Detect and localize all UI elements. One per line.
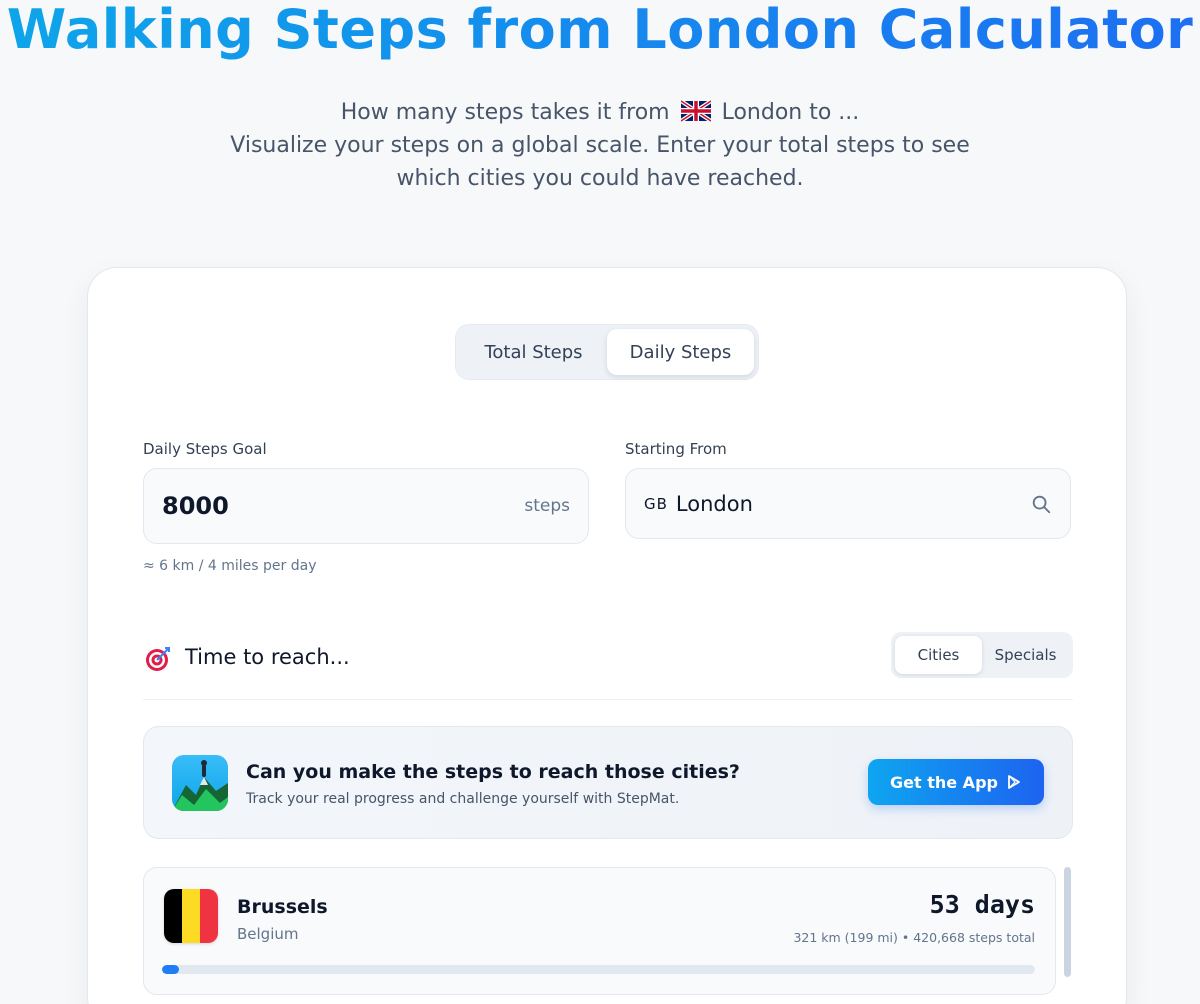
starting-from-label: Starting From [625, 440, 727, 458]
belgium-flag-icon [164, 889, 218, 943]
reach-title: Time to reach... [185, 645, 350, 669]
promo-title: Can you make the steps to reach those ci… [246, 761, 740, 783]
country-code: GB [644, 494, 668, 513]
uk-flag-icon [680, 100, 711, 122]
daily-goal-label: Daily Steps Goal [143, 440, 267, 458]
destination-meta: 321 km (199 mi) • 420,668 steps total [793, 930, 1035, 945]
destination-country: Belgium [237, 925, 299, 943]
page-title: Walking Steps from London Calculator [0, 0, 1200, 66]
stepmat-app-icon [172, 755, 228, 811]
subtitle-description: Visualize your steps on a global scale. … [230, 133, 970, 191]
daily-goal-field: steps [143, 468, 589, 544]
tab-total-steps[interactable]: Total Steps [460, 329, 607, 375]
tab-specials[interactable]: Specials [982, 636, 1069, 674]
starting-city-value: London [675, 491, 753, 516]
subtitle-text-pre: How many steps takes it from [340, 100, 670, 125]
promo-subtitle: Track your real progress and challenge y… [246, 791, 680, 807]
play-icon [1008, 775, 1020, 789]
tab-cities[interactable]: Cities [895, 636, 982, 674]
search-icon[interactable] [1030, 493, 1052, 515]
starting-city-field[interactable]: GB London [625, 468, 1071, 539]
destination-progress-fill [162, 965, 180, 974]
list-toggle: Cities Specials [891, 632, 1073, 678]
distance-hint: ≈ 6 km / 4 miles per day [143, 558, 317, 574]
reach-section-header: Time to reach... Cities Specials [143, 632, 1073, 700]
page-subtitle: How many steps takes it from London to .… [200, 96, 1000, 195]
get-app-label: Get the App [890, 772, 998, 792]
list-scrollbar[interactable] [1064, 867, 1071, 977]
tab-daily-steps[interactable]: Daily Steps [607, 329, 754, 375]
destination-progress-track [162, 965, 1035, 974]
calculator-card: Total Steps Daily Steps Daily Steps Goal… [87, 267, 1127, 1004]
get-app-button[interactable]: Get the App [868, 759, 1044, 805]
steps-suffix: steps [524, 496, 570, 516]
target-icon [146, 647, 170, 671]
destination-city: Brussels [237, 896, 328, 918]
mode-toggle: Total Steps Daily Steps [455, 324, 759, 380]
daily-steps-input[interactable] [144, 492, 444, 520]
app-promo-banner: Can you make the steps to reach those ci… [143, 726, 1073, 839]
subtitle-text-post: London to ... [721, 100, 860, 125]
destination-card[interactable]: Brussels Belgium 53 days 321 km (199 mi)… [143, 867, 1056, 995]
destination-days: 53 days [929, 890, 1035, 919]
